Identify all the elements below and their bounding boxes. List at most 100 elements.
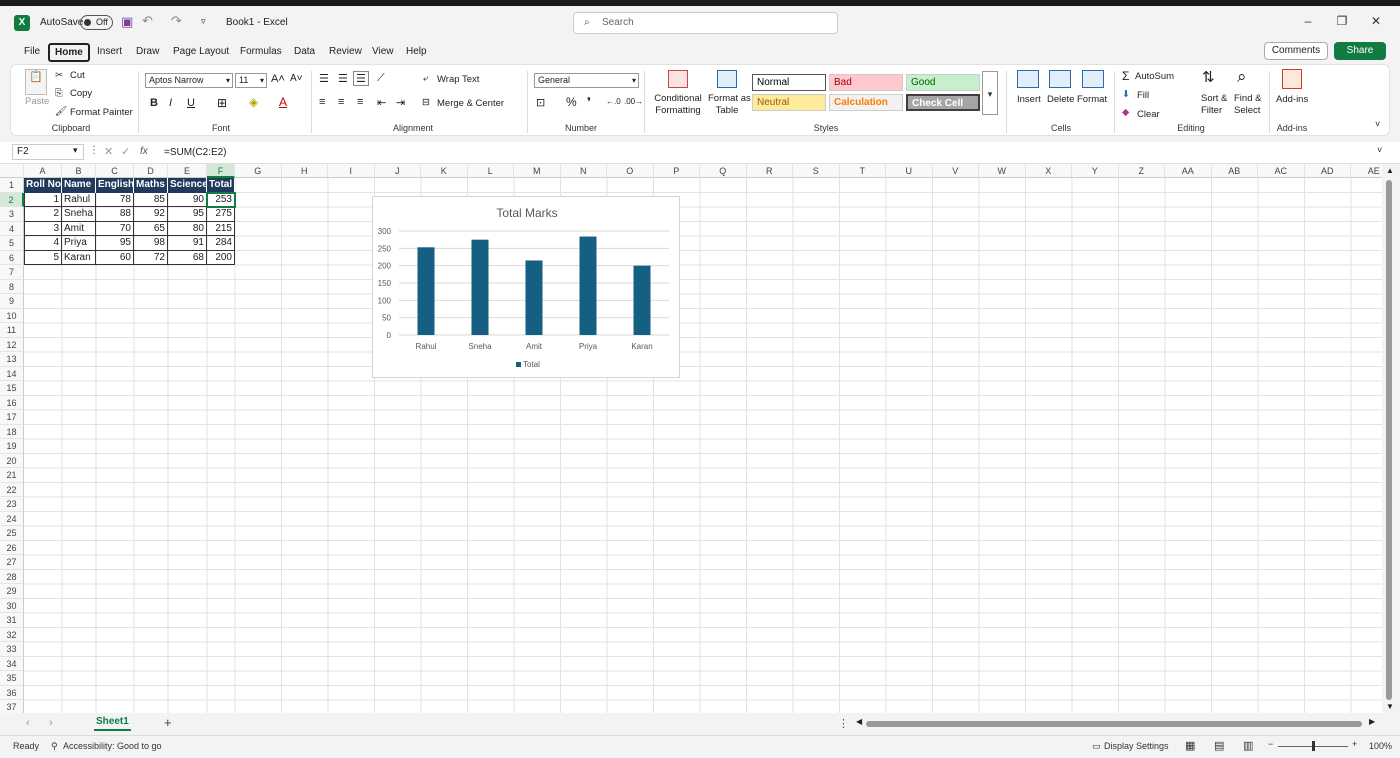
- row-header[interactable]: 11: [0, 323, 24, 338]
- table-cell[interactable]: 215: [207, 221, 235, 236]
- column-header-n[interactable]: N: [560, 164, 607, 178]
- row-header[interactable]: 6: [0, 250, 24, 265]
- table-cell[interactable]: Amit: [62, 221, 96, 236]
- row-header[interactable]: 13: [0, 352, 24, 367]
- scroll-up-icon[interactable]: ▲: [1386, 166, 1394, 175]
- table-cell[interactable]: 200: [207, 250, 235, 265]
- align-bottom-icon[interactable]: ☰: [353, 71, 369, 86]
- fill-button[interactable]: Fill: [1137, 90, 1149, 101]
- zoom-slider-thumb[interactable]: [1312, 741, 1315, 751]
- tab-file[interactable]: File: [20, 43, 44, 62]
- table-cell[interactable]: 2: [24, 207, 62, 222]
- increase-decimal-icon[interactable]: ←.0: [606, 97, 621, 106]
- undo-icon[interactable]: ↶: [142, 13, 153, 29]
- header-cell[interactable]: Roll No: [24, 178, 62, 193]
- table-cell[interactable]: 4: [24, 236, 62, 251]
- column-header-ad[interactable]: AD: [1304, 164, 1351, 178]
- column-header-f[interactable]: F: [207, 164, 235, 178]
- decrease-indent-icon[interactable]: ⇤: [377, 96, 386, 109]
- column-header-m[interactable]: M: [514, 164, 561, 178]
- header-cell[interactable]: English: [96, 178, 134, 193]
- sort-filter-line1[interactable]: Sort &: [1201, 93, 1227, 104]
- wrap-text-button[interactable]: Wrap Text: [437, 74, 479, 85]
- column-header-k[interactable]: K: [421, 164, 468, 178]
- align-top-icon[interactable]: ☰: [319, 72, 329, 85]
- table-cell[interactable]: 90: [168, 192, 207, 207]
- percent-style-icon[interactable]: %: [566, 95, 577, 109]
- column-header-q[interactable]: Q: [700, 164, 747, 178]
- page-break-view-icon[interactable]: ▥: [1243, 739, 1253, 752]
- table-cell[interactable]: Sneha: [62, 207, 96, 222]
- cell-style-bad[interactable]: Bad: [829, 74, 903, 91]
- tab-data[interactable]: Data: [290, 43, 319, 62]
- column-header-z[interactable]: Z: [1118, 164, 1165, 178]
- find-select-line1[interactable]: Find &: [1234, 93, 1261, 104]
- share-button[interactable]: Share: [1334, 42, 1386, 60]
- minimize-icon[interactable]: –: [1298, 14, 1318, 28]
- column-header-c[interactable]: C: [96, 164, 134, 178]
- table-cell[interactable]: 275: [207, 207, 235, 222]
- paste-icon[interactable]: 📋: [25, 69, 47, 95]
- row-header[interactable]: 23: [0, 497, 24, 512]
- sheet-options-icon[interactable]: ⋮: [838, 717, 849, 730]
- column-header-e[interactable]: E: [168, 164, 207, 178]
- column-header-w[interactable]: W: [979, 164, 1026, 178]
- row-header[interactable]: 16: [0, 395, 24, 410]
- conditional-formatting-line2[interactable]: Formatting: [651, 105, 705, 116]
- select-all-corner[interactable]: [0, 164, 24, 178]
- scroll-down-icon[interactable]: ▼: [1386, 702, 1394, 711]
- table-cell[interactable]: 98: [134, 236, 168, 251]
- font-name-combo[interactable]: Aptos Narrow: [145, 73, 233, 88]
- header-cell[interactable]: Name: [62, 178, 96, 193]
- scroll-left-icon[interactable]: ◀: [856, 717, 862, 726]
- find-select-line2[interactable]: Select: [1234, 105, 1260, 116]
- number-format-combo[interactable]: General: [534, 73, 639, 88]
- cut-button[interactable]: Cut: [70, 70, 85, 81]
- merge-center-button[interactable]: Merge & Center: [437, 98, 504, 109]
- table-cell[interactable]: 95: [96, 236, 134, 251]
- name-box-dropdown-icon[interactable]: ▾: [73, 145, 78, 156]
- cell-style-calculation[interactable]: Calculation: [829, 94, 903, 111]
- table-cell[interactable]: 60: [96, 250, 134, 265]
- table-cell[interactable]: 92: [134, 207, 168, 222]
- next-sheet-icon[interactable]: ›: [49, 717, 53, 729]
- restore-icon[interactable]: ❐: [1332, 14, 1352, 28]
- row-header[interactable]: 36: [0, 685, 24, 700]
- column-header-p[interactable]: P: [653, 164, 700, 178]
- row-header[interactable]: 8: [0, 279, 24, 294]
- accessibility-status[interactable]: Accessibility: Good to go: [63, 741, 162, 751]
- search-box[interactable]: ⌕ Search: [573, 12, 838, 34]
- align-right-icon[interactable]: ≡: [357, 96, 363, 108]
- row-header[interactable]: 30: [0, 598, 24, 613]
- format-as-table-line1[interactable]: Format as: [708, 93, 751, 104]
- shrink-font-icon[interactable]: A˅: [290, 73, 303, 84]
- table-cell[interactable]: 80: [168, 221, 207, 236]
- header-cell[interactable]: Maths: [134, 178, 168, 193]
- row-header[interactable]: 1: [0, 178, 24, 193]
- table-cell[interactable]: 5: [24, 250, 62, 265]
- tab-page-layout[interactable]: Page Layout: [169, 43, 233, 62]
- zoom-out-icon[interactable]: −: [1268, 739, 1273, 749]
- row-header[interactable]: 20: [0, 453, 24, 468]
- column-header-b[interactable]: B: [62, 164, 96, 178]
- close-icon[interactable]: ✕: [1366, 14, 1386, 28]
- header-cell[interactable]: Science: [168, 178, 207, 193]
- table-cell[interactable]: 72: [134, 250, 168, 265]
- autosum-button[interactable]: AutoSum: [1135, 71, 1174, 82]
- row-header[interactable]: 10: [0, 308, 24, 323]
- row-header[interactable]: 37: [0, 700, 24, 713]
- formula-input[interactable]: =SUM(C2:E2): [164, 147, 227, 158]
- row-header[interactable]: 14: [0, 366, 24, 381]
- worksheet-grid[interactable]: A B C D E F G H I J K L M N O P Q R S T U V W X Y Z AA AB AC AD AE 123…: [0, 164, 1382, 713]
- tab-home[interactable]: Home: [48, 43, 90, 62]
- column-header-t[interactable]: T: [839, 164, 886, 178]
- column-header-aa[interactable]: AA: [1165, 164, 1212, 178]
- sort-filter-line2[interactable]: Filter: [1201, 105, 1222, 116]
- zoom-level[interactable]: 100%: [1369, 741, 1392, 751]
- row-header[interactable]: 22: [0, 482, 24, 497]
- row-header[interactable]: 18: [0, 424, 24, 439]
- customize-qat-icon[interactable]: ▿: [201, 16, 206, 27]
- column-header-g[interactable]: G: [235, 164, 282, 178]
- cancel-icon[interactable]: ✕: [104, 145, 113, 158]
- row-header[interactable]: 7: [0, 265, 24, 280]
